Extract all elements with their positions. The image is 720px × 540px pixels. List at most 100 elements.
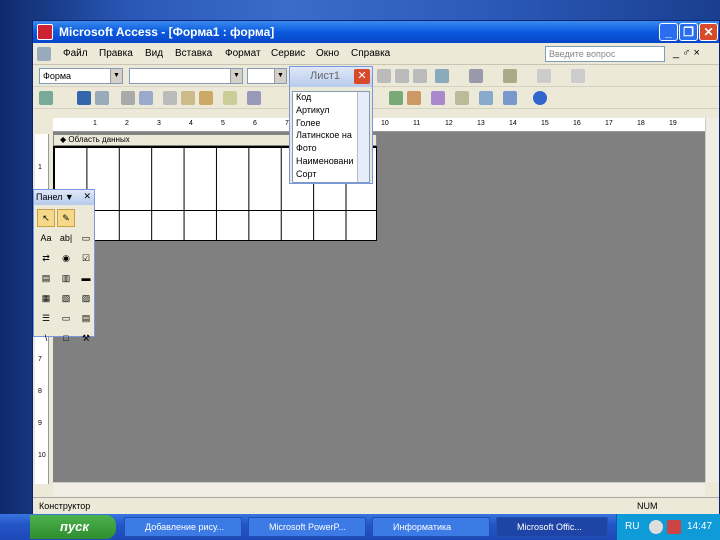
- field-item[interactable]: Наименовани: [293, 156, 359, 169]
- wizard-tool-icon[interactable]: ✎: [57, 209, 75, 227]
- menu-edit[interactable]: Правка: [99, 48, 133, 59]
- rectangle-tool-icon[interactable]: □: [57, 329, 75, 347]
- field-item[interactable]: Артикул: [293, 105, 359, 118]
- menu-view[interactable]: Вид: [145, 48, 163, 59]
- close-icon[interactable]: ✕: [354, 69, 370, 84]
- line-color-icon[interactable]: [503, 69, 517, 83]
- object-combo[interactable]: Форма ▼: [39, 68, 123, 84]
- help-search-input[interactable]: Введите вопрос: [545, 46, 665, 62]
- start-button[interactable]: пуск: [30, 515, 116, 539]
- copy-icon[interactable]: [181, 91, 195, 105]
- button-tool-icon[interactable]: ▬: [77, 269, 95, 287]
- horizontal-scrollbar[interactable]: [53, 482, 705, 496]
- search-icon[interactable]: [95, 91, 109, 105]
- field-item[interactable]: Фото: [293, 143, 359, 156]
- cut-icon[interactable]: [163, 91, 177, 105]
- formatting-toolbar: Форма ▼ ▼ ▼: [33, 65, 719, 87]
- taskbar-task[interactable]: Microsoft PowerP...: [248, 517, 366, 537]
- field-list-title-bar[interactable]: Лист1 ✕: [290, 67, 372, 87]
- toolbox-title-bar[interactable]: Панел ▼ ✕: [34, 190, 94, 205]
- title-bar: Microsoft Access - [Форма1 : форма] _ ❐ …: [33, 21, 719, 43]
- listbox-tool-icon[interactable]: ▥: [57, 269, 75, 287]
- doc-window-controls[interactable]: _ ♂ ×: [673, 47, 700, 59]
- minimize-button[interactable]: _: [659, 23, 678, 41]
- menu-format[interactable]: Формат: [225, 48, 261, 59]
- toggle-tool-icon[interactable]: ⇄: [37, 249, 55, 267]
- access-key-icon: [37, 24, 53, 40]
- print-icon[interactable]: [121, 91, 135, 105]
- menu-insert[interactable]: Вставка: [175, 48, 212, 59]
- close-button[interactable]: ✕: [699, 23, 718, 41]
- format-painter-icon[interactable]: [223, 91, 237, 105]
- line-width-icon[interactable]: [571, 69, 585, 83]
- field-item[interactable]: Код: [293, 92, 359, 105]
- option-button-tool-icon[interactable]: ◉: [57, 249, 75, 267]
- form-design-area[interactable]: ◆ Область данных: [53, 132, 705, 482]
- textbox-tool-icon[interactable]: ab|: [57, 229, 75, 247]
- maximize-button[interactable]: ❐: [679, 23, 698, 41]
- option-group-tool-icon[interactable]: ▭: [77, 229, 95, 247]
- bound-object-tool-icon[interactable]: ▨: [77, 289, 95, 307]
- vertical-scrollbar[interactable]: [705, 118, 719, 482]
- chevron-down-icon[interactable]: ▼: [274, 69, 286, 83]
- menu-window[interactable]: Окно: [316, 48, 339, 59]
- font-color-icon[interactable]: [469, 69, 483, 83]
- more-tools-icon[interactable]: ⚒: [77, 329, 95, 347]
- subform-tool-icon[interactable]: ▤: [77, 309, 95, 327]
- undo-icon[interactable]: [247, 91, 261, 105]
- field-item[interactable]: Латинское на: [293, 130, 359, 143]
- image-tool-icon[interactable]: ▦: [37, 289, 55, 307]
- ruler-mark: 10: [381, 120, 389, 127]
- close-icon[interactable]: ✕: [83, 191, 91, 202]
- start-label: пуск: [60, 519, 89, 534]
- paste-icon[interactable]: [199, 91, 213, 105]
- field-list-box[interactable]: Код Артикул Голее Латинское на Фото Наим…: [292, 91, 370, 183]
- shield-icon[interactable]: [667, 520, 681, 534]
- size-combo[interactable]: ▼: [247, 68, 287, 84]
- help-icon[interactable]: [533, 91, 547, 105]
- view-icon[interactable]: [39, 91, 53, 105]
- border-icon[interactable]: [537, 69, 551, 83]
- page-break-tool-icon[interactable]: ☰: [37, 309, 55, 327]
- line-tool-icon[interactable]: \: [37, 329, 55, 347]
- toolbox-icon[interactable]: [407, 91, 421, 105]
- properties-icon[interactable]: [479, 91, 493, 105]
- form-icon[interactable]: [37, 47, 51, 61]
- menu-tools[interactable]: Сервис: [271, 48, 305, 59]
- tab-control-tool-icon[interactable]: ▭: [57, 309, 75, 327]
- unbound-object-tool-icon[interactable]: ▧: [57, 289, 75, 307]
- menu-file[interactable]: Файл: [63, 48, 88, 59]
- checkbox-tool-icon[interactable]: ☑: [77, 249, 95, 267]
- save-icon[interactable]: [77, 91, 91, 105]
- ruler-mark: 1: [93, 120, 97, 127]
- field-list-scrollbar[interactable]: [357, 92, 369, 182]
- menu-help[interactable]: Справка: [351, 48, 390, 59]
- database-window-icon[interactable]: [503, 91, 517, 105]
- network-icon[interactable]: [649, 520, 663, 534]
- taskbar: пуск Добавление рису... Microsoft PowerP…: [0, 514, 720, 540]
- status-mode: Конструктор: [39, 501, 91, 511]
- select-tool-icon[interactable]: ↖: [37, 209, 55, 227]
- taskbar-task[interactable]: Добавление рису...: [124, 517, 242, 537]
- taskbar-task[interactable]: Информатика: [372, 517, 490, 537]
- autoformat-icon[interactable]: [431, 91, 445, 105]
- chevron-down-icon[interactable]: ▼: [230, 69, 242, 83]
- language-indicator[interactable]: RU: [625, 521, 639, 532]
- align-center-icon[interactable]: [395, 69, 409, 83]
- field-item[interactable]: Сорт: [293, 169, 359, 182]
- field-list-icon[interactable]: [389, 91, 403, 105]
- toolbox-panel[interactable]: Панел ▼ ✕ ↖ ✎ Aa ab| ▭ ⇄ ◉ ☑ ▤ ▥ ▬ ▦ ▧ ▨…: [33, 189, 95, 343]
- code-icon[interactable]: [455, 91, 469, 105]
- field-list-window[interactable]: Лист1 ✕ Код Артикул Голее Латинское на Ф…: [289, 66, 373, 184]
- field-item[interactable]: Голее: [293, 118, 359, 131]
- fill-color-icon[interactable]: [435, 69, 449, 83]
- combobox-tool-icon[interactable]: ▤: [37, 269, 55, 287]
- ruler-mark: 4: [189, 120, 193, 127]
- align-left-icon[interactable]: [377, 69, 391, 83]
- font-combo[interactable]: ▼: [129, 68, 243, 84]
- chevron-down-icon[interactable]: ▼: [110, 69, 122, 83]
- taskbar-task-active[interactable]: Microsoft Offic...: [496, 517, 608, 537]
- label-tool-icon[interactable]: Aa: [37, 229, 55, 247]
- print-preview-icon[interactable]: [139, 91, 153, 105]
- align-right-icon[interactable]: [413, 69, 427, 83]
